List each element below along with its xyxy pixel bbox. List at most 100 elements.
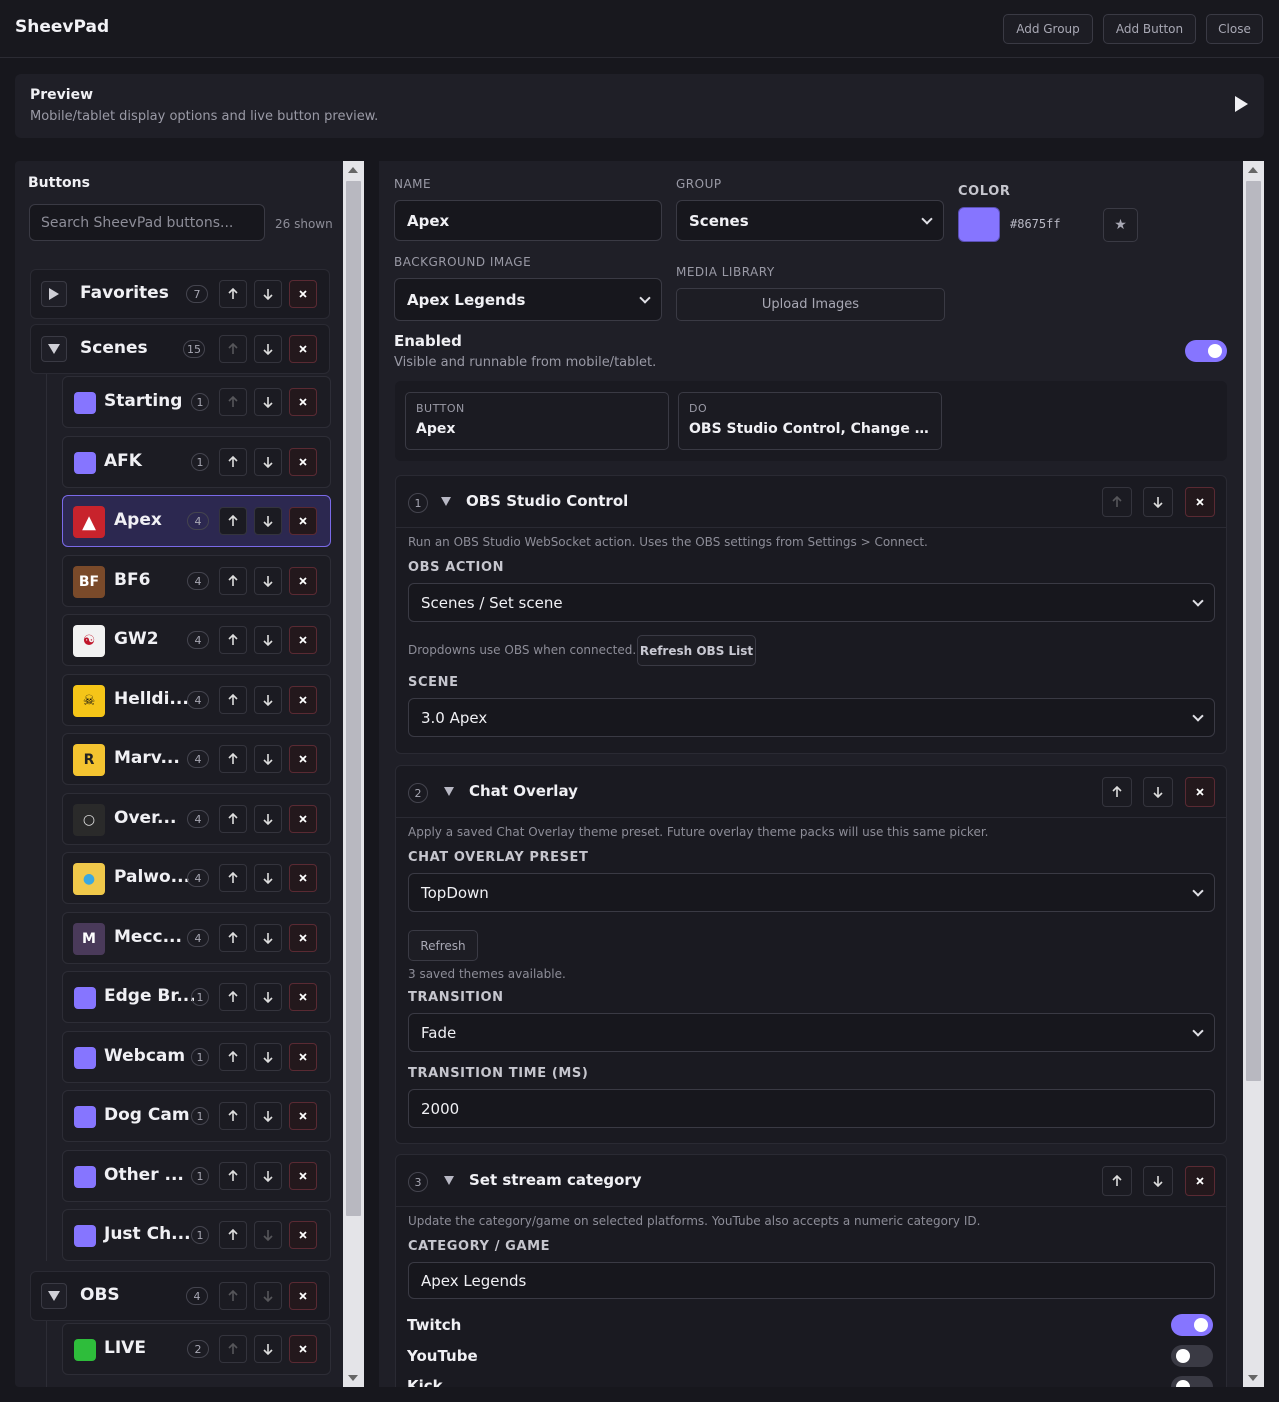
move-down-button[interactable] bbox=[254, 388, 282, 416]
move-up-button[interactable] bbox=[219, 924, 247, 952]
move-down-button[interactable] bbox=[254, 626, 282, 654]
button-item[interactable]: Dog Cam 1 bbox=[62, 1090, 331, 1142]
move-up-button[interactable] bbox=[219, 1162, 247, 1190]
move-up-button[interactable] bbox=[219, 280, 247, 308]
transition-time-input[interactable]: 2000 bbox=[408, 1089, 1215, 1128]
scroll-thumb[interactable] bbox=[1246, 181, 1261, 1081]
twitch-toggle[interactable] bbox=[1171, 1314, 1213, 1336]
button-item[interactable]: Webcam 1 bbox=[62, 1031, 331, 1083]
button-item[interactable]: ☠ Helldi... 4 bbox=[62, 674, 331, 726]
delete-button[interactable] bbox=[1185, 487, 1215, 517]
action-header[interactable]: 1 OBS Studio Control bbox=[396, 476, 1226, 528]
move-up-button[interactable] bbox=[219, 507, 247, 535]
move-up-button[interactable] bbox=[219, 864, 247, 892]
group-row[interactable]: Scenes 15 bbox=[30, 324, 330, 374]
delete-button[interactable] bbox=[289, 924, 317, 952]
button-item[interactable]: R Marv... 4 bbox=[62, 733, 331, 785]
youtube-toggle[interactable] bbox=[1171, 1345, 1213, 1367]
button-item[interactable]: Edge Br... 1 bbox=[62, 971, 331, 1023]
move-up-button[interactable] bbox=[219, 686, 247, 714]
move-up-button[interactable] bbox=[219, 1221, 247, 1249]
button-item[interactable]: ○ Over... 4 bbox=[62, 793, 331, 845]
play-icon[interactable] bbox=[1235, 96, 1248, 112]
preview-panel[interactable]: Preview Mobile/tablet display options an… bbox=[15, 74, 1264, 138]
button-item[interactable]: ▲ Apex 4 bbox=[62, 495, 331, 547]
delete-button[interactable] bbox=[289, 1221, 317, 1249]
delete-button[interactable] bbox=[289, 448, 317, 476]
delete-button[interactable] bbox=[289, 983, 317, 1011]
move-down-button[interactable] bbox=[254, 745, 282, 773]
upload-images-button[interactable]: Upload Images bbox=[676, 288, 945, 321]
scene-select[interactable]: 3.0 Apex bbox=[408, 698, 1215, 737]
chevron-down-icon[interactable] bbox=[441, 497, 451, 506]
close-button[interactable]: Close bbox=[1206, 14, 1263, 44]
button-item[interactable]: M Mecc... 4 bbox=[62, 912, 331, 964]
button-item[interactable]: Just Ch... 1 bbox=[62, 1209, 331, 1261]
chevron-down-icon[interactable] bbox=[444, 787, 454, 796]
move-down-button[interactable] bbox=[254, 983, 282, 1011]
move-down-button[interactable] bbox=[1143, 777, 1173, 807]
scroll-down-icon[interactable] bbox=[348, 1375, 358, 1381]
group-select[interactable]: Scenes bbox=[676, 200, 944, 241]
color-swatch[interactable] bbox=[958, 207, 1000, 242]
move-down-button[interactable] bbox=[254, 1335, 282, 1363]
move-down-button[interactable] bbox=[254, 686, 282, 714]
move-down-button[interactable] bbox=[254, 507, 282, 535]
scroll-up-icon[interactable] bbox=[1248, 167, 1258, 173]
move-up-button[interactable] bbox=[219, 1282, 247, 1310]
name-input[interactable]: Apex bbox=[394, 200, 662, 241]
chevron-down-icon[interactable] bbox=[41, 336, 67, 362]
button-item[interactable]: ● Palwo... 4 bbox=[62, 852, 331, 904]
move-up-button[interactable] bbox=[219, 567, 247, 595]
move-up-button[interactable] bbox=[1102, 487, 1132, 517]
right-scrollbar[interactable] bbox=[1243, 161, 1264, 1387]
button-item[interactable]: AFK 1 bbox=[62, 436, 331, 488]
move-up-button[interactable] bbox=[219, 983, 247, 1011]
delete-button[interactable] bbox=[289, 1102, 317, 1130]
enabled-toggle[interactable] bbox=[1185, 340, 1227, 362]
delete-button[interactable] bbox=[289, 1335, 317, 1363]
move-up-button[interactable] bbox=[219, 745, 247, 773]
delete-button[interactable] bbox=[289, 805, 317, 833]
delete-button[interactable] bbox=[289, 388, 317, 416]
scroll-down-icon[interactable] bbox=[1248, 1375, 1258, 1381]
delete-button[interactable] bbox=[289, 745, 317, 773]
move-up-button[interactable] bbox=[219, 626, 247, 654]
delete-button[interactable] bbox=[289, 1162, 317, 1190]
move-down-button[interactable] bbox=[1143, 487, 1173, 517]
group-row[interactable]: OBS 4 bbox=[30, 1271, 330, 1321]
button-item[interactable]: LIVE 2 bbox=[62, 1323, 331, 1375]
move-down-button[interactable] bbox=[254, 1221, 282, 1249]
refresh-button[interactable]: Refresh bbox=[408, 930, 478, 961]
move-down-button[interactable] bbox=[254, 1043, 282, 1071]
move-down-button[interactable] bbox=[254, 1162, 282, 1190]
move-down-button[interactable] bbox=[254, 448, 282, 476]
action-header[interactable]: 2 Chat Overlay bbox=[396, 766, 1226, 818]
move-down-button[interactable] bbox=[254, 805, 282, 833]
category-input[interactable]: Apex Legends bbox=[408, 1262, 1215, 1299]
star-icon[interactable]: ★ bbox=[1103, 208, 1138, 242]
group-row[interactable]: Favorites 7 bbox=[30, 269, 330, 319]
chevron-down-icon[interactable] bbox=[41, 1283, 67, 1309]
delete-button[interactable] bbox=[289, 507, 317, 535]
button-item[interactable]: Other ... 1 bbox=[62, 1150, 331, 1202]
delete-button[interactable] bbox=[1185, 1166, 1215, 1196]
preset-select[interactable]: TopDown bbox=[408, 873, 1215, 912]
scroll-thumb[interactable] bbox=[346, 181, 361, 1216]
move-up-button[interactable] bbox=[1102, 1166, 1132, 1196]
action-header[interactable]: 3 Set stream category bbox=[396, 1155, 1226, 1207]
button-item[interactable]: BF BF6 4 bbox=[62, 555, 331, 607]
move-down-button[interactable] bbox=[254, 1282, 282, 1310]
move-up-button[interactable] bbox=[219, 448, 247, 476]
delete-button[interactable] bbox=[289, 1043, 317, 1071]
button-item[interactable]: Starting 1 bbox=[62, 376, 331, 428]
move-up-button[interactable] bbox=[219, 1043, 247, 1071]
transition-select[interactable]: Fade bbox=[408, 1013, 1215, 1052]
delete-button[interactable] bbox=[289, 280, 317, 308]
obs-action-select[interactable]: Scenes / Set scene bbox=[408, 583, 1215, 622]
delete-button[interactable] bbox=[289, 864, 317, 892]
chevron-down-icon[interactable] bbox=[444, 1176, 454, 1185]
move-down-button[interactable] bbox=[1143, 1166, 1173, 1196]
scroll-up-icon[interactable] bbox=[348, 167, 358, 173]
refresh-obs-list-button[interactable]: Refresh OBS List bbox=[637, 635, 756, 666]
